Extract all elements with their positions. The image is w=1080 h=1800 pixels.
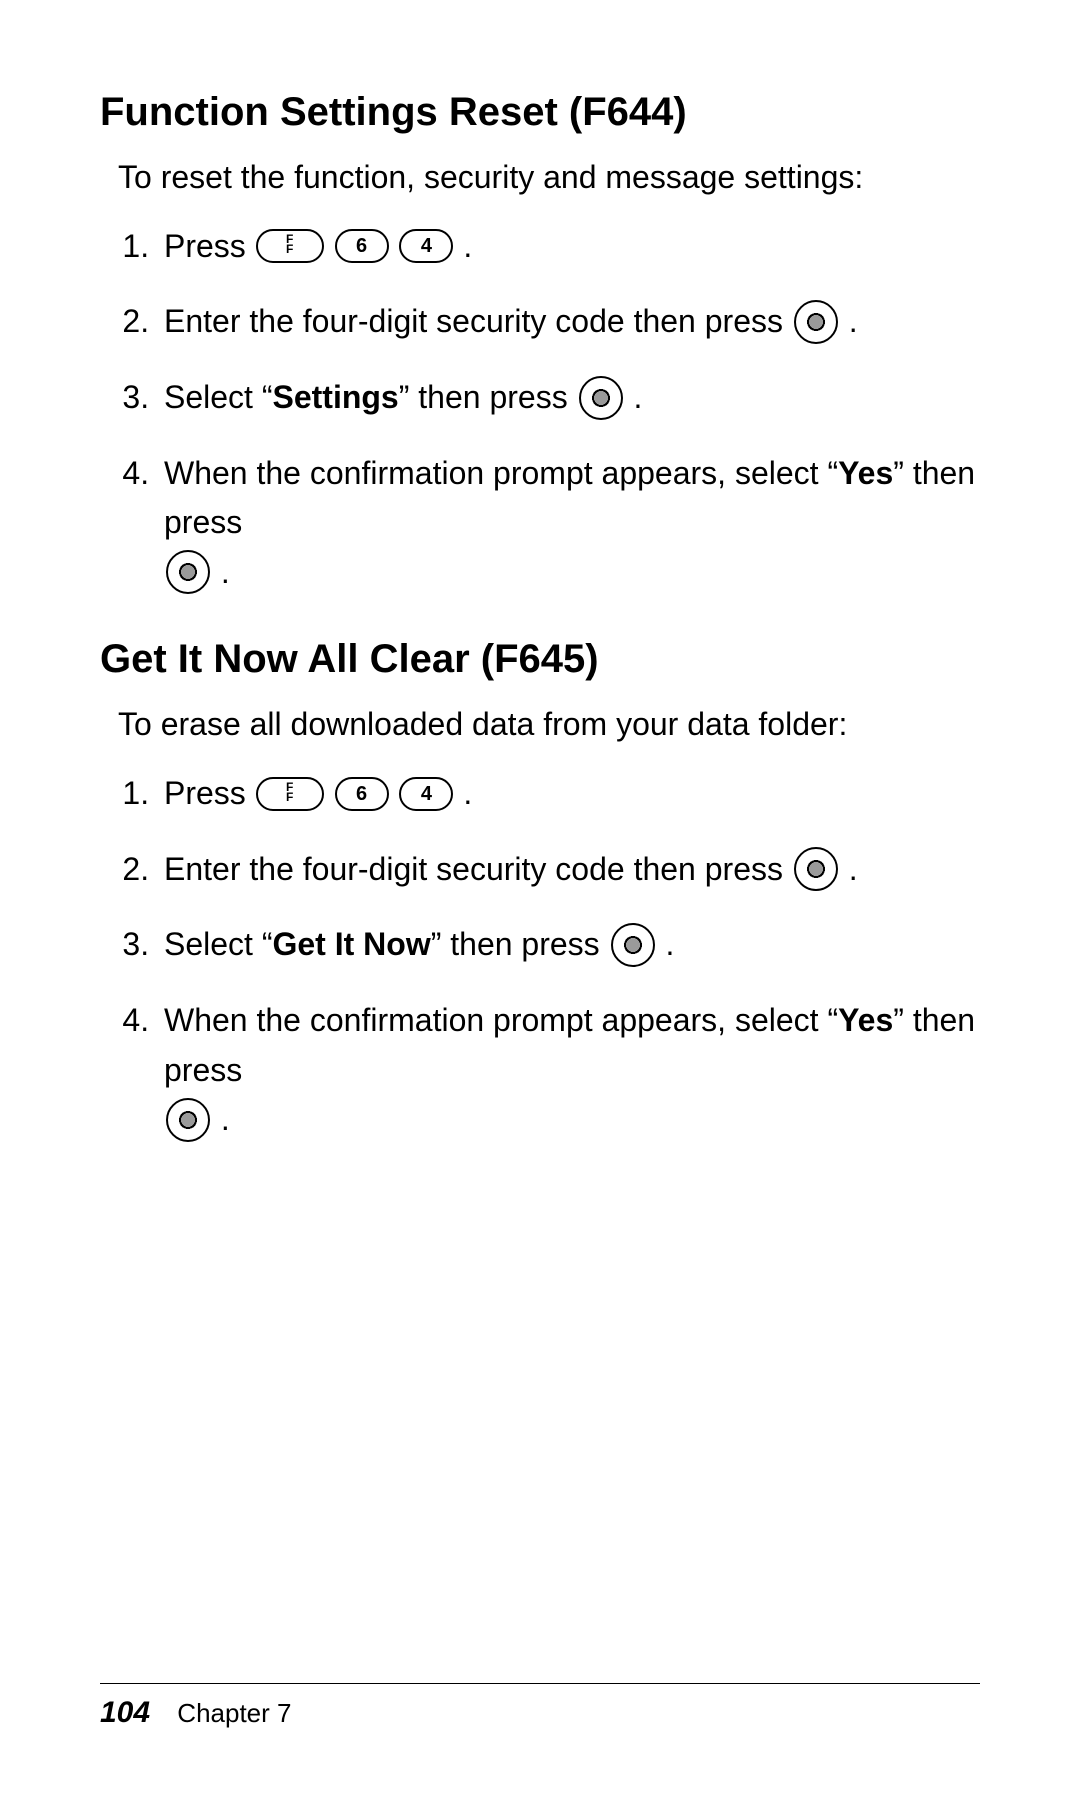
key-4-icon: 4	[399, 777, 453, 811]
step-text: ” then press	[431, 926, 609, 962]
ok-button-icon	[166, 550, 210, 594]
step-text: .	[463, 775, 472, 811]
step-text: Enter the four-digit security code then …	[164, 851, 792, 887]
list-item: Select “Settings” then press .	[158, 373, 990, 423]
step-text: Select “	[164, 379, 272, 415]
step-list: Press FF 6 4 . Enter the four-digit secu…	[100, 222, 990, 598]
step-list: Press FF 6 4 . Enter the four-digit secu…	[100, 769, 990, 1145]
bold-term: Yes	[838, 455, 893, 491]
section-intro: To erase all downloaded data from your d…	[100, 702, 990, 747]
section-heading: Function Settings Reset (F644)	[100, 90, 990, 135]
list-item: Press FF 6 4 .	[158, 769, 990, 819]
step-text: .	[849, 851, 858, 887]
section-intro: To reset the function, security and mess…	[100, 155, 990, 200]
step-text: ” then press	[399, 379, 577, 415]
list-item: Press FF 6 4 .	[158, 222, 990, 272]
key-6-icon: 6	[335, 777, 389, 811]
ok-button-icon	[794, 847, 838, 891]
key-f-icon: FF	[256, 229, 324, 263]
ok-button-icon	[794, 300, 838, 344]
step-text: .	[665, 926, 674, 962]
list-item: When the confirmation prompt appears, se…	[158, 996, 990, 1145]
step-text: Enter the four-digit security code then …	[164, 303, 792, 339]
list-item: When the confirmation prompt appears, se…	[158, 449, 990, 598]
list-item: Enter the four-digit security code then …	[158, 297, 990, 347]
manual-page: Function Settings Reset (F644) To reset …	[0, 0, 1080, 1800]
step-text: .	[221, 1101, 230, 1137]
ok-button-icon	[611, 923, 655, 967]
bold-term: Yes	[838, 1002, 893, 1038]
step-text: When the confirmation prompt appears, se…	[164, 455, 838, 491]
key-4-icon: 4	[399, 229, 453, 263]
section-heading: Get It Now All Clear (F645)	[100, 637, 990, 682]
ok-button-icon	[166, 1098, 210, 1142]
page-footer: 104 Chapter 7	[100, 1683, 980, 1730]
step-text: .	[221, 554, 230, 590]
key-6-icon: 6	[335, 229, 389, 263]
step-text: When the confirmation prompt appears, se…	[164, 1002, 838, 1038]
page-number: 104	[100, 1696, 150, 1729]
chapter-label: Chapter 7	[177, 1698, 291, 1728]
ok-button-icon	[579, 376, 623, 420]
step-text: .	[849, 303, 858, 339]
bold-term: Get It Now	[272, 926, 430, 962]
step-text: Select “	[164, 926, 272, 962]
bold-term: Settings	[272, 379, 398, 415]
list-item: Enter the four-digit security code then …	[158, 845, 990, 895]
step-text: Press	[164, 775, 255, 811]
step-text: .	[633, 379, 642, 415]
step-text: Press	[164, 228, 255, 264]
list-item: Select “Get It Now” then press .	[158, 920, 990, 970]
key-f-icon: FF	[256, 777, 324, 811]
step-text: .	[463, 228, 472, 264]
